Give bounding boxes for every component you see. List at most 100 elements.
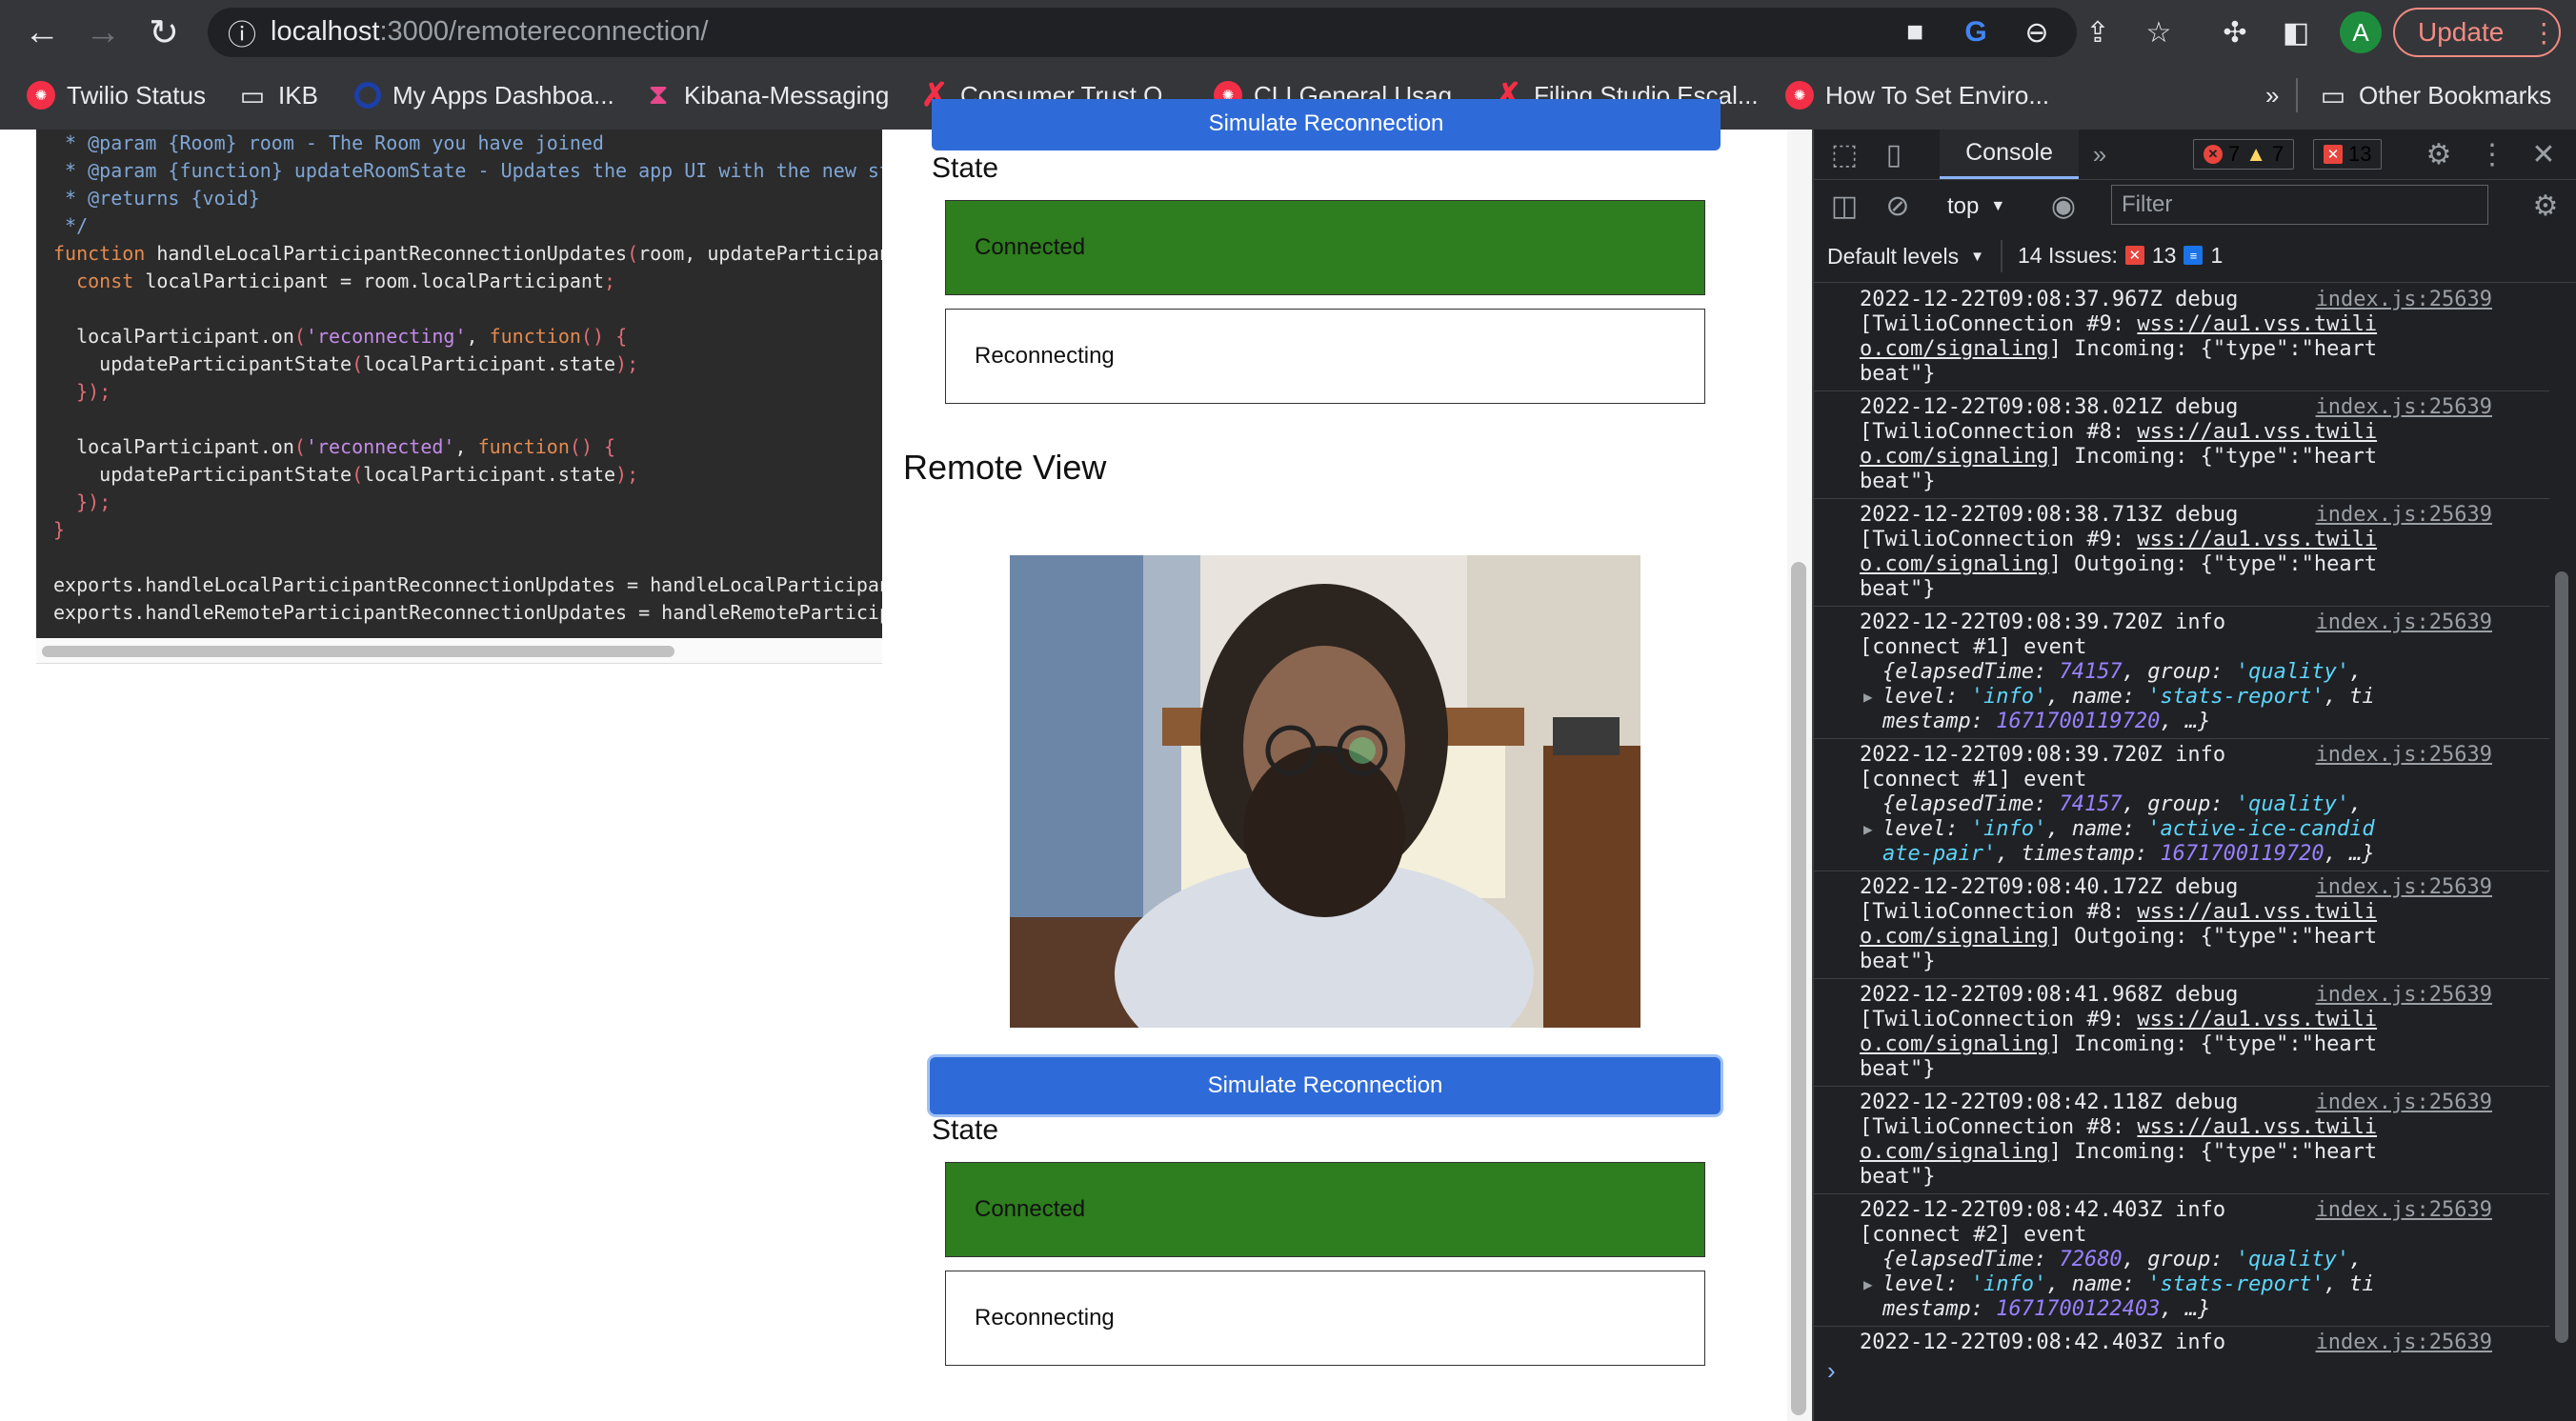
bookmark-label: Twilio Status xyxy=(67,80,206,110)
log-message: [TwilioConnection #8: wss://au1.vss.twil… xyxy=(1860,1115,2378,1189)
console-prompt-icon[interactable]: › xyxy=(1827,1356,1836,1386)
bookmark-star-icon[interactable]: ☆ xyxy=(2140,13,2178,51)
live-expression-eye-icon[interactable]: ◉ xyxy=(2043,187,2084,225)
log-message: [TwilioConnection #9: wss://au1.vss.twil… xyxy=(1860,528,2378,601)
log-source-link[interactable]: index.js:25639 xyxy=(2316,503,2492,528)
bookmark-twilio-status[interactable]: ✺ Twilio Status xyxy=(27,74,206,116)
expand-triangle-icon[interactable]: ▶ xyxy=(1863,685,1873,710)
expand-triangle-icon[interactable]: ▶ xyxy=(1863,1272,1873,1297)
console-settings-icon[interactable]: ⚙ xyxy=(2526,187,2565,225)
console-entry[interactable]: 2022-12-22T09:08:37.967Z debug index.js:2… xyxy=(1814,284,2549,391)
devtools-menu-icon[interactable]: ⋮ xyxy=(2475,135,2509,173)
log-object[interactable]: ▶ {elapsedTime: 74157, group: 'quality', … xyxy=(1860,660,2378,734)
more-tabs-icon[interactable]: » xyxy=(2083,135,2117,173)
console-log: 2022-12-22T09:08:37.967Z debug index.js:2… xyxy=(1814,284,2549,1352)
console-entry[interactable]: 2022-12-22T09:08:41.968Z debug index.js:2… xyxy=(1814,979,2549,1087)
code-line: updateParticipantState(localParticipant.… xyxy=(53,463,639,486)
console-entry[interactable]: 2022-12-22T09:08:39.720Z info index.js:25… xyxy=(1814,607,2549,739)
side-panel-icon[interactable]: ◧ xyxy=(2277,13,2315,51)
issues-counter[interactable]: ✕ 13 xyxy=(2313,139,2383,170)
bookmark-my-apps-dashboard[interactable]: My Apps Dashboa... xyxy=(354,74,614,116)
log-object[interactable]: ▶ {elapsedTime: 74157, group: 'quality', … xyxy=(1860,792,2378,867)
code-line: updateParticipantState(localParticipant.… xyxy=(53,352,639,375)
update-button[interactable]: Update ⋮ xyxy=(2393,8,2561,57)
code-line: exports.handleRemoteParticipantReconnect… xyxy=(53,601,882,624)
log-source-link[interactable]: index.js:25639 xyxy=(2316,1198,2492,1223)
levels-label: Default levels xyxy=(1827,243,1960,269)
other-bookmarks[interactable]: ▭ Other Bookmarks xyxy=(2319,74,2552,116)
close-devtools-icon[interactable]: ✕ xyxy=(2525,135,2563,173)
forward-button[interactable]: → xyxy=(80,10,126,55)
page-scroll-thumb[interactable] xyxy=(1791,562,1806,1415)
site-info-icon[interactable]: ⓘ xyxy=(225,15,259,51)
remote-simulate-reconnection-button[interactable]: Simulate Reconnection xyxy=(930,1057,1721,1114)
log-levels-selector[interactable]: Default levels ▼ xyxy=(1827,240,1984,272)
update-label: Update xyxy=(2418,17,2505,47)
google-lens-icon[interactable]: G xyxy=(1957,13,1995,51)
profile-avatar[interactable]: A xyxy=(2340,11,2382,53)
log-source-link[interactable]: index.js:25639 xyxy=(2316,288,2492,312)
dropdown-arrow-icon: ▼ xyxy=(1970,248,1984,265)
local-simulate-reconnection-button[interactable]: Simulate Reconnection xyxy=(932,99,1721,150)
code-line: }); xyxy=(76,490,111,513)
console-entry[interactable]: 2022-12-22T09:08:42.118Z debug index.js:2… xyxy=(1814,1087,2549,1194)
console-entry[interactable]: 2022-12-22T09:08:38.713Z debug index.js:2… xyxy=(1814,499,2549,607)
folder-icon: ▭ xyxy=(2320,80,2346,110)
error-warning-counter[interactable]: ✕ 7 ▲ 7 xyxy=(2193,139,2295,170)
local-state-title: State xyxy=(932,152,999,184)
settings-gear-icon[interactable]: ⚙ xyxy=(2420,135,2458,173)
issues-link[interactable]: 14 Issues: ✕ 13 ≡ 1 xyxy=(2018,238,2223,272)
log-source-link[interactable]: index.js:25639 xyxy=(2316,875,2492,900)
code-scroll-thumb[interactable] xyxy=(42,646,674,657)
log-source-link[interactable]: index.js:25639 xyxy=(2316,610,2492,635)
console-entry[interactable]: 2022-12-22T09:08:42.403Z info index.js:25… xyxy=(1814,1194,2549,1327)
console-scroll-thumb[interactable] xyxy=(2555,571,2568,1343)
zoom-icon[interactable]: ⊖ xyxy=(2018,13,2056,51)
tab-console[interactable]: Console xyxy=(1940,130,2079,179)
filter-input[interactable]: Filter xyxy=(2111,185,2488,225)
log-source-link[interactable]: index.js:25639 xyxy=(2316,1331,2492,1352)
log-message: [connect #2] event xyxy=(1860,1223,2087,1247)
log-message: [TwilioConnection #8: wss://au1.vss.twil… xyxy=(1860,900,2378,973)
camera-blocked-icon[interactable]: ■ xyxy=(1896,13,1934,51)
console-entry[interactable]: 2022-12-22T09:08:39.720Z info index.js:25… xyxy=(1814,739,2549,871)
remote-state-title: State xyxy=(932,1114,999,1146)
bookmark-label: My Apps Dashboa... xyxy=(392,80,614,110)
log-source-link[interactable]: index.js:25639 xyxy=(2316,983,2492,1008)
log-object[interactable]: ▶ {elapsedTime: 72680, group: 'quality', … xyxy=(1860,1248,2378,1322)
console-entry[interactable]: 2022-12-22T09:08:42.403Z info index.js:25… xyxy=(1814,1327,2549,1352)
code-line: localParticipant.on('reconnected', funct… xyxy=(53,435,616,458)
console-entry[interactable]: 2022-12-22T09:08:40.172Z debug index.js:2… xyxy=(1814,871,2549,979)
log-source-link[interactable]: index.js:25639 xyxy=(2316,1091,2492,1115)
back-button[interactable]: ← xyxy=(19,10,65,55)
clear-console-icon[interactable]: ⊘ xyxy=(1879,187,1917,225)
devtools-divider xyxy=(1814,282,2576,283)
bookmark-how-to-set-env[interactable]: ✺ How To Set Enviro... xyxy=(1785,74,2049,116)
dashboard-icon xyxy=(354,82,381,109)
inspect-element-icon[interactable]: ⬚ xyxy=(1825,135,1863,173)
reload-button[interactable]: ↻ xyxy=(141,10,187,55)
console-entry[interactable]: 2022-12-22T09:08:38.021Z debug index.js:2… xyxy=(1814,391,2549,499)
extensions-icon[interactable]: ✣ xyxy=(2216,13,2254,51)
dropdown-arrow-icon: ▼ xyxy=(1990,198,2006,214)
bookmark-kibana-messaging[interactable]: ⧗ Kibana-Messaging xyxy=(644,74,889,116)
code-line: exports.handleLocalParticipantReconnecti… xyxy=(53,573,882,596)
log-source-link[interactable]: index.js:25639 xyxy=(2316,395,2492,420)
bookmark-ikb[interactable]: ▭ IKB xyxy=(238,74,318,116)
issues-message-count: 1 xyxy=(2210,242,2224,268)
share-icon[interactable]: ⇪ xyxy=(2079,13,2117,51)
bookmark-label: Other Bookmarks xyxy=(2359,80,2552,110)
issue-message-icon: ≡ xyxy=(2184,246,2204,265)
code-line: * @returns {void} xyxy=(53,187,260,210)
expand-triangle-icon[interactable]: ▶ xyxy=(1863,817,1873,842)
device-toolbar-icon[interactable]: ▯ xyxy=(1875,135,1913,173)
bookmarks-overflow-icon[interactable]: » xyxy=(2265,74,2279,116)
context-selector[interactable]: top ▼ xyxy=(1947,190,2005,223)
sidebar-toggle-icon[interactable]: ◫ xyxy=(1825,187,1863,225)
bookmark-label: How To Set Enviro... xyxy=(1825,80,2050,110)
log-source-link[interactable]: index.js:25639 xyxy=(2316,743,2492,768)
twilio-icon: ✺ xyxy=(27,81,55,110)
url-text[interactable]: localhost:3000/remotereconnection/ xyxy=(271,12,708,50)
